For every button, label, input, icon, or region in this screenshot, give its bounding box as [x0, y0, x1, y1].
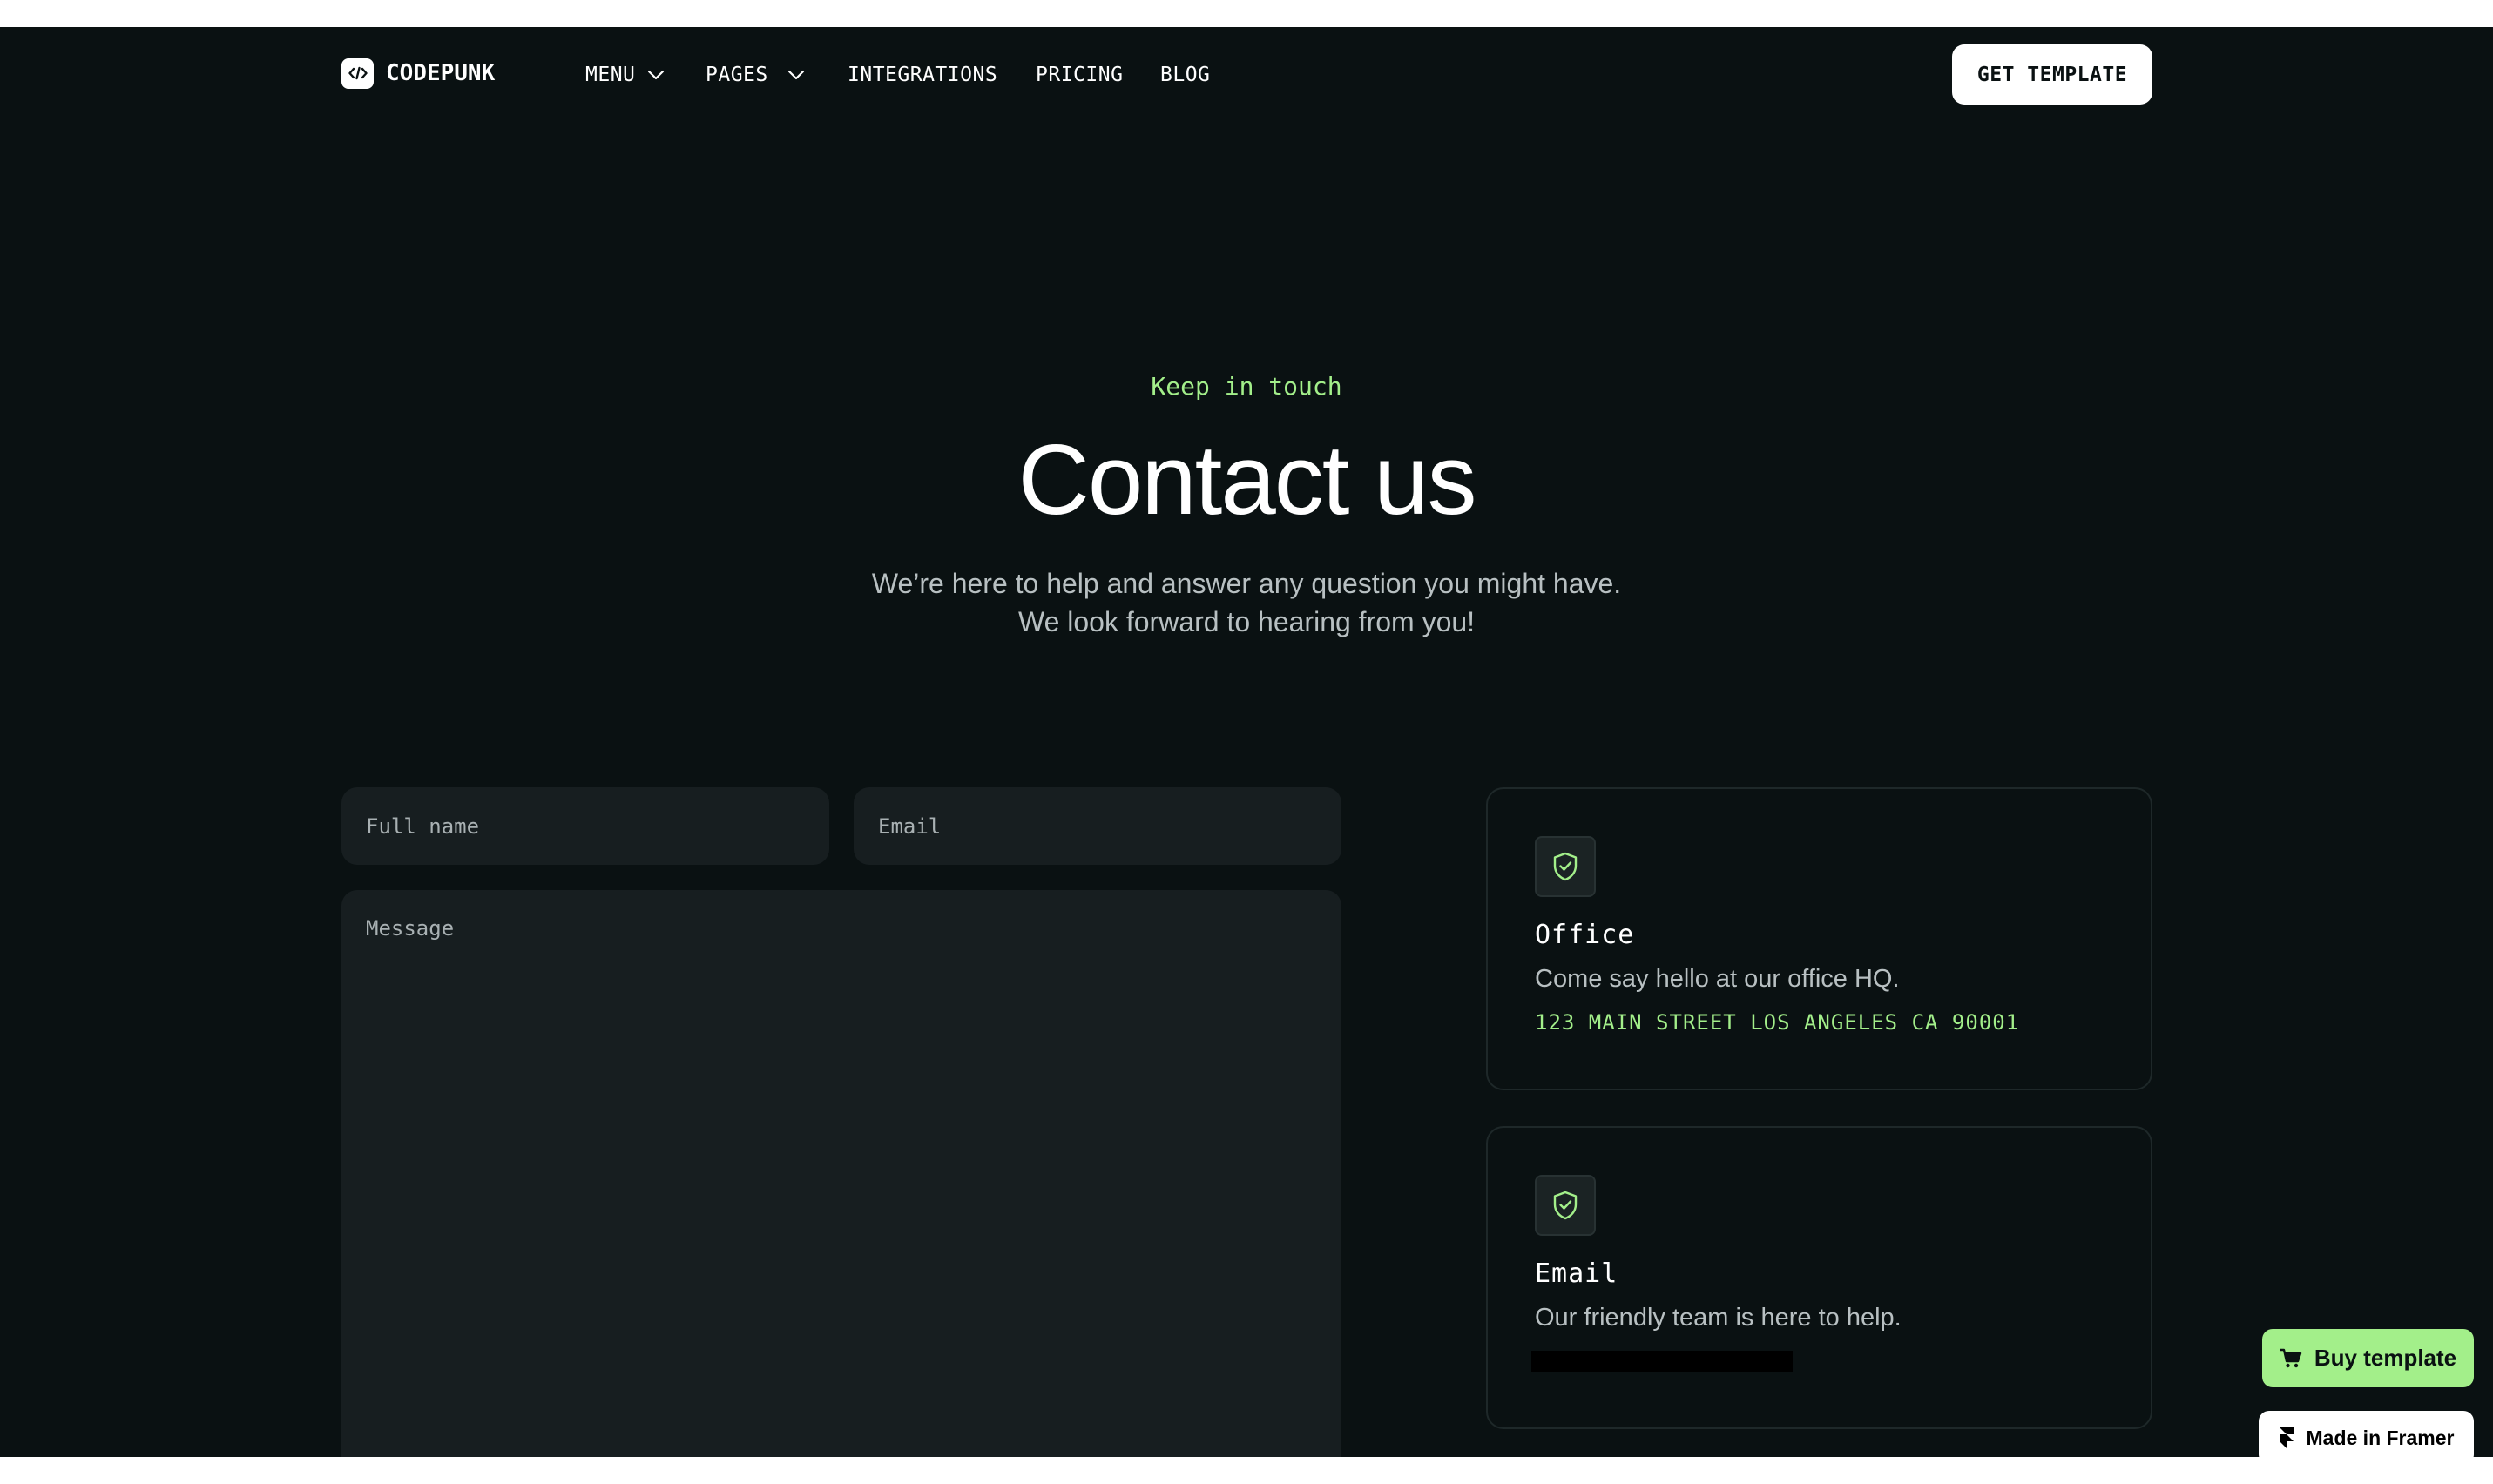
office-card-description: Come say hello at our office HQ.	[1535, 965, 1900, 993]
office-card: Office Come say hello at our office HQ. …	[1486, 787, 2152, 1090]
chevron-down-icon	[648, 70, 665, 80]
brand-logo[interactable]: CODEPUNK	[341, 57, 496, 89]
framer-logo-icon	[2279, 1427, 2294, 1448]
shield-check-icon	[1535, 836, 1596, 897]
email-card-description: Our friendly team is here to help.	[1535, 1304, 1902, 1332]
get-template-button[interactable]: GET TEMPLATE	[1952, 44, 2152, 105]
email-card: Email Our friendly team is here to help.	[1486, 1126, 2152, 1429]
page-title: Contact us	[1017, 425, 1477, 536]
code-icon	[341, 57, 374, 89]
top-navigation: CODEPUNK MENU PAGES INTEGRATIONS PRICING…	[0, 27, 2493, 121]
buy-template-label: Buy template	[2314, 1345, 2457, 1371]
contact-page: CODEPUNK MENU PAGES INTEGRATIONS PRICING…	[0, 27, 2493, 1457]
message-textarea[interactable]	[341, 890, 1341, 1457]
nav-pages-label: PAGES	[706, 64, 768, 86]
nav-menu[interactable]: MENU	[585, 62, 665, 88]
nav-pages[interactable]: PAGES	[706, 62, 805, 88]
eyebrow-label: Keep in touch	[1151, 372, 1342, 401]
nav-integrations[interactable]: INTEGRATIONS	[848, 62, 997, 88]
cart-icon	[2279, 1348, 2302, 1367]
buy-template-button[interactable]: Buy template	[2262, 1329, 2474, 1387]
nav-blog[interactable]: BLOG	[1160, 62, 1210, 88]
redacted-email-link	[1531, 1351, 1793, 1372]
shield-check-icon	[1535, 1175, 1596, 1236]
made-in-framer-label: Made in Framer	[2306, 1426, 2455, 1449]
made-in-framer-badge[interactable]: Made in Framer	[2259, 1411, 2474, 1457]
full-name-input[interactable]	[341, 787, 829, 865]
nav-menu-label: MENU	[585, 64, 636, 86]
page-subtitle: We’re here to help and answer any questi…	[871, 568, 1622, 637]
email-card-title: Email	[1535, 1258, 1618, 1289]
brand-name: CODEPUNK	[386, 60, 496, 86]
office-card-title: Office	[1535, 920, 1635, 950]
nav-pricing[interactable]: PRICING	[1036, 62, 1123, 88]
chevron-down-icon	[787, 70, 804, 80]
email-input[interactable]	[854, 787, 1341, 865]
office-address-link[interactable]: 123 MAIN STREET LOS ANGELES CA 90001	[1535, 1010, 2019, 1035]
